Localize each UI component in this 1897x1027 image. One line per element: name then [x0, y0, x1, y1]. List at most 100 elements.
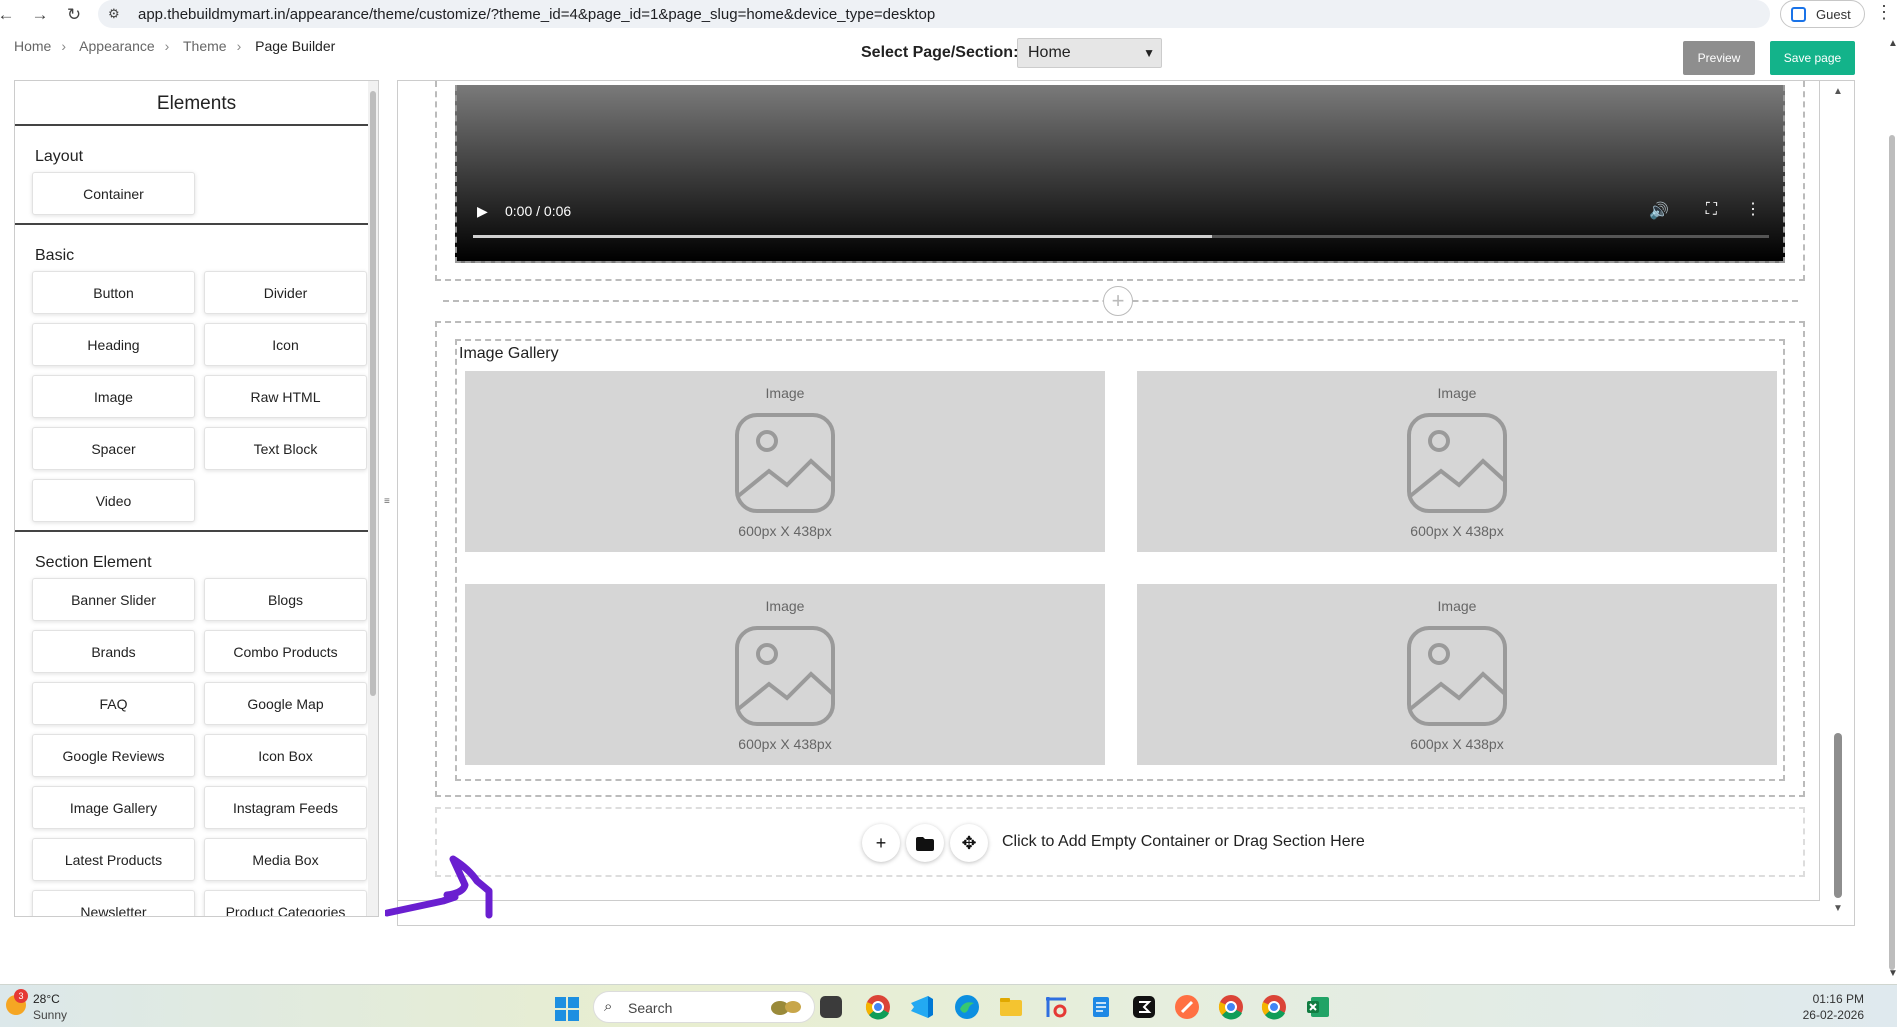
scroll-up-icon[interactable]: ▲ [1833, 86, 1843, 97]
gallery-image-placeholder[interactable]: Image 600px X 438px [1137, 584, 1777, 765]
forward-icon[interactable]: → [28, 3, 52, 27]
more-options-icon[interactable]: ⋮ [1745, 199, 1761, 219]
browser-menu-icon[interactable]: ⋮ [1875, 2, 1893, 23]
image-placeholder-icon [735, 413, 835, 513]
element-image-gallery[interactable]: Image Gallery [32, 786, 195, 829]
edge-icon[interactable] [954, 994, 980, 1020]
element-faq[interactable]: FAQ [32, 682, 195, 725]
profile-button[interactable]: Guest [1780, 0, 1865, 28]
image-gallery-section[interactable]: Image Gallery Image 600px X 438px Image [435, 321, 1805, 797]
preview-button[interactable]: Preview [1683, 41, 1755, 75]
element-instagram-feeds[interactable]: Instagram Feeds [204, 786, 367, 829]
snipping-tool-icon[interactable] [1043, 994, 1069, 1020]
search-highlight-icon [771, 1001, 801, 1015]
volume-icon[interactable]: 🔊 [1649, 201, 1669, 221]
back-icon[interactable]: ← [0, 3, 18, 27]
fullscreen-icon[interactable]: ⛶ [1706, 201, 1717, 219]
element-newsletter[interactable]: Newsletter [32, 890, 195, 916]
element-spacer[interactable]: Spacer [32, 427, 195, 470]
element-heading[interactable]: Heading [32, 323, 195, 366]
chrome-icon[interactable] [1218, 994, 1244, 1020]
save-page-button[interactable]: Save page [1770, 41, 1855, 75]
gallery-image-placeholder[interactable]: Image 600px X 438px [465, 371, 1105, 552]
element-image[interactable]: Image [32, 375, 195, 418]
image-gallery-container[interactable]: Image Gallery Image 600px X 438px Image [455, 339, 1785, 781]
move-icon[interactable]: ✥ [950, 824, 988, 862]
element-media-box[interactable]: Media Box [204, 838, 367, 881]
image-size-label: 600px X 438px [1410, 523, 1504, 539]
panel-resize-handle[interactable]: ≡ [384, 496, 390, 507]
windows-start-icon[interactable] [555, 997, 579, 1021]
element-divider[interactable]: Divider [204, 271, 367, 314]
notepad-icon[interactable] [1088, 994, 1114, 1020]
add-container-dropzone[interactable]: + ✥ Click to Add Empty Container or Drag… [435, 807, 1805, 877]
reload-icon[interactable]: ↻ [62, 3, 86, 27]
group-basic: Basic Button Divider Heading Icon Image … [15, 225, 378, 532]
chevron-right-icon: › [164, 38, 170, 54]
element-google-reviews[interactable]: Google Reviews [32, 734, 195, 777]
image-label: Image [1437, 385, 1477, 401]
taskbar-search[interactable]: ⌕ Search [593, 991, 815, 1023]
elements-title: Elements [15, 81, 378, 126]
chevron-right-icon: › [61, 38, 67, 54]
page-select[interactable]: Home ▼ [1017, 38, 1162, 68]
video-progress-track[interactable] [473, 235, 1769, 238]
element-icon[interactable]: Icon [204, 323, 367, 366]
breadcrumb-theme[interactable]: Theme [183, 38, 227, 54]
terminal-app-icon[interactable] [1131, 994, 1157, 1020]
gallery-image-placeholder[interactable]: Image 600px X 438px [465, 584, 1105, 765]
element-brands[interactable]: Brands [32, 630, 195, 673]
site-info-icon[interactable]: ⚙ [108, 6, 124, 22]
element-product-categories[interactable]: Product Categories [204, 890, 367, 916]
page-scroll-down-icon[interactable]: ▼ [1888, 968, 1897, 979]
address-bar[interactable]: ⚙ app.thebuildmymart.in/appearance/theme… [98, 0, 1770, 28]
clock-time[interactable]: 01:16 PM [1813, 992, 1864, 1006]
task-view-icon[interactable] [820, 996, 842, 1018]
scroll-down-icon[interactable]: ▼ [1833, 903, 1843, 914]
canvas-scrollbar[interactable]: ▲ ▼ [1830, 81, 1846, 921]
chrome-icon[interactable] [865, 994, 891, 1020]
image-label: Image [1437, 598, 1477, 614]
video-player[interactable]: ▶ 0:00 / 0:06 🔊 ⛶ ⋮ [455, 85, 1785, 263]
image-placeholder-icon [1407, 626, 1507, 726]
page-scroll-up-icon[interactable]: ▲ [1888, 38, 1897, 49]
draw-app-icon[interactable] [1174, 994, 1200, 1020]
annotation-arrow-icon [385, 855, 493, 919]
gallery-image-placeholder[interactable]: Image 600px X 438px [1137, 371, 1777, 552]
breadcrumb-home[interactable]: Home [14, 38, 51, 54]
taskbar-search-label: Search [628, 1000, 673, 1016]
gallery-title: Image Gallery [459, 345, 559, 362]
weather-desc[interactable]: Sunny [33, 1008, 67, 1022]
weather-temp[interactable]: 28°C [33, 992, 60, 1006]
element-banner-slider[interactable]: Banner Slider [32, 578, 195, 621]
file-explorer-icon[interactable] [998, 994, 1024, 1020]
element-google-map[interactable]: Google Map [204, 682, 367, 725]
page-scrollbar[interactable] [1889, 135, 1895, 970]
element-blogs[interactable]: Blogs [204, 578, 367, 621]
element-text-block[interactable]: Text Block [204, 427, 367, 470]
folder-icon[interactable] [906, 824, 944, 862]
element-latest-products[interactable]: Latest Products [32, 838, 195, 881]
chrome-icon[interactable] [1261, 994, 1287, 1020]
browser-toolbar: ← → ↻ ⚙ app.thebuildmymart.in/appearance… [0, 0, 1897, 30]
element-raw-html[interactable]: Raw HTML [204, 375, 367, 418]
profile-icon [1791, 7, 1806, 22]
vscode-icon[interactable] [909, 994, 935, 1020]
sidebar-scroll-thumb[interactable] [370, 91, 376, 696]
element-combo-products[interactable]: Combo Products [204, 630, 367, 673]
play-icon[interactable]: ▶ [477, 203, 488, 220]
element-video[interactable]: Video [32, 479, 195, 522]
sidebar-scrollbar[interactable] [368, 81, 378, 916]
add-container-plus-icon[interactable]: + [862, 824, 900, 862]
breadcrumb-appearance[interactable]: Appearance [79, 38, 155, 54]
element-icon-box[interactable]: Icon Box [204, 734, 367, 777]
image-size-label: 600px X 438px [738, 736, 832, 752]
element-button[interactable]: Button [32, 271, 195, 314]
canvas-scroll-thumb[interactable] [1834, 733, 1842, 898]
add-section-plus-icon[interactable]: + [1103, 286, 1133, 316]
video-section[interactable]: ▶ 0:00 / 0:06 🔊 ⛶ ⋮ [435, 81, 1805, 281]
breadcrumb-current: Page Builder [255, 38, 336, 54]
excel-icon[interactable] [1305, 994, 1331, 1020]
clock-date[interactable]: 26-02-2026 [1803, 1008, 1864, 1022]
element-container[interactable]: Container [32, 172, 195, 215]
